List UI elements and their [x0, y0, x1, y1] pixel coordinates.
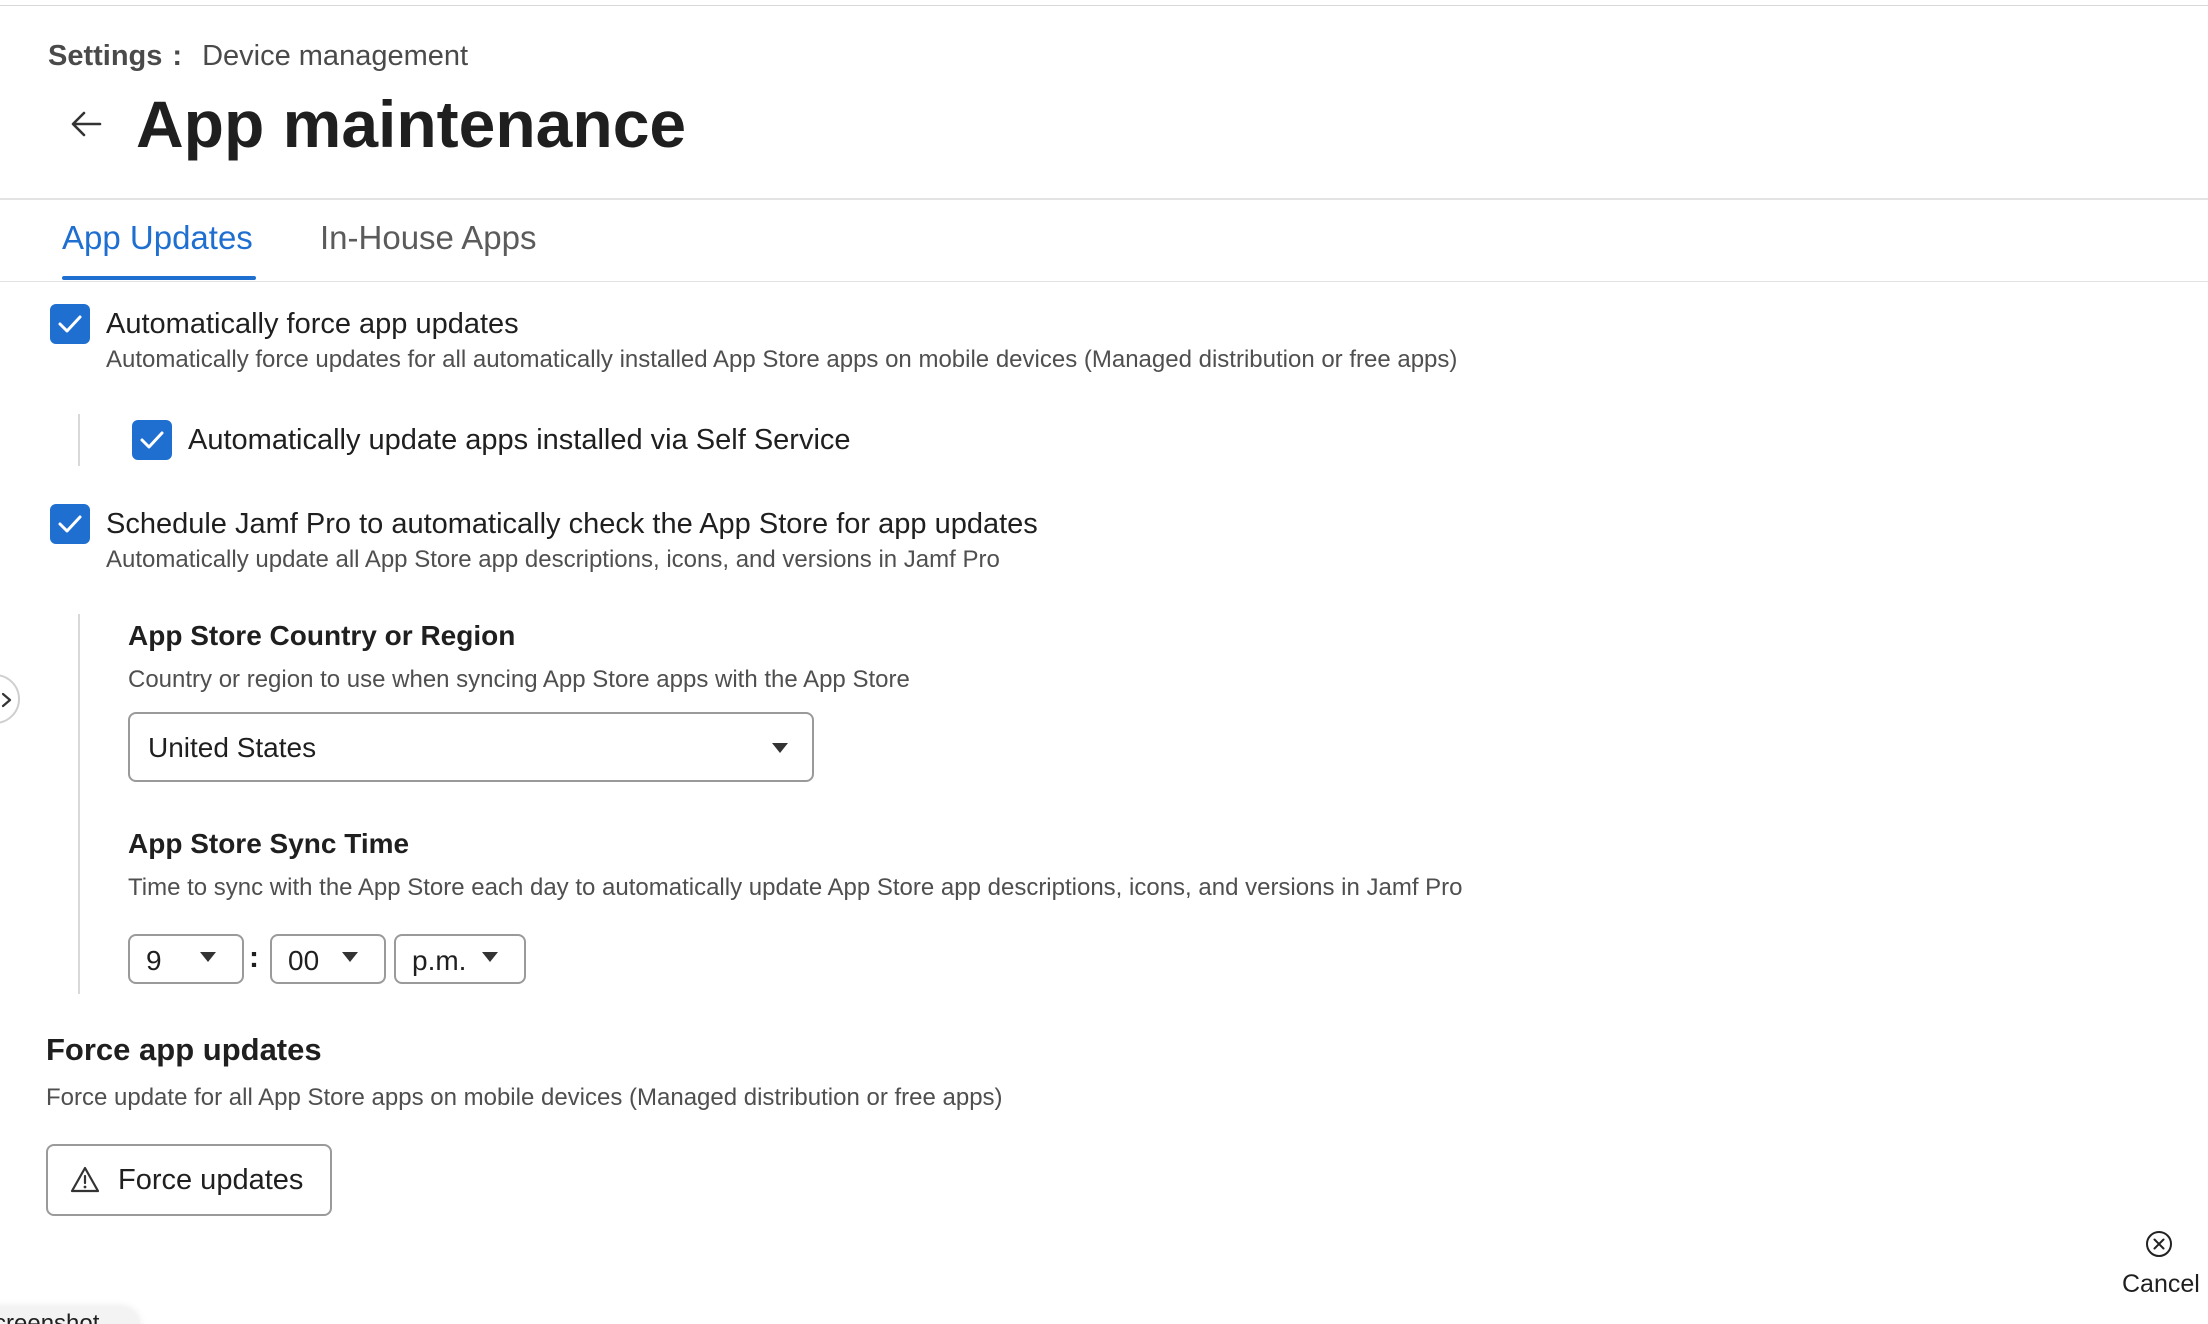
tabs-divider: [0, 281, 2208, 282]
top-border: [0, 5, 2208, 6]
minute-select-value: 00: [288, 945, 320, 976]
checkmark-icon: [140, 431, 164, 449]
auto-force-checkbox[interactable]: [50, 304, 90, 344]
force-updates-button-label: Force updates: [118, 1164, 304, 1196]
caret-down-icon: [342, 952, 358, 962]
schedule-label: Schedule Jamf Pro to automatically check…: [106, 508, 1038, 540]
auto-force-label: Automatically force app updates: [106, 308, 519, 340]
sync-time-description: Time to sync with the App Store each day…: [128, 874, 1463, 901]
sidebar-expand-button[interactable]: [0, 674, 20, 724]
hour-select-value: 9: [146, 945, 162, 976]
time-separator: :: [249, 941, 259, 974]
page-title: App maintenance: [136, 87, 687, 161]
app-maintenance-page: Settings : Device management App mainten…: [0, 0, 2208, 1324]
breadcrumb: Settings : Device management: [48, 38, 468, 74]
chevron-right-icon: [1, 692, 12, 708]
checkmark-icon: [58, 315, 82, 333]
caret-down-icon: [482, 952, 498, 962]
self-service-label: Automatically update apps installed via …: [188, 424, 851, 456]
schedule-checkbox[interactable]: [50, 504, 90, 544]
tab-app-updates[interactable]: App Updates: [62, 216, 253, 260]
country-select[interactable]: United States: [128, 712, 814, 782]
country-select-value: United States: [148, 732, 317, 763]
cancel-button[interactable]: Cancel: [2106, 1226, 2200, 1304]
warning-icon: [70, 1166, 100, 1193]
close-circle-icon: [2146, 1231, 2172, 1257]
sync-time-heading: App Store Sync Time: [128, 828, 410, 859]
minute-select[interactable]: 00: [270, 934, 386, 984]
caret-down-icon: [200, 952, 216, 962]
period-select[interactable]: p.m.: [394, 934, 526, 984]
breadcrumb-settings-link[interactable]: Settings: [48, 38, 162, 74]
auto-force-description: Automatically force updates for all auto…: [106, 346, 1458, 373]
schedule-settings-guide-line: [78, 614, 80, 994]
force-description: Force update for all App Store apps on m…: [46, 1084, 1003, 1111]
force-heading: Force app updates: [46, 1032, 322, 1067]
schedule-description: Automatically update all App Store app d…: [106, 546, 1000, 573]
breadcrumb-separator: :: [172, 40, 183, 72]
screenshot-chip[interactable]: creenshot: [0, 1308, 140, 1324]
screenshot-chip-label: creenshot: [0, 1310, 100, 1324]
cancel-label: Cancel: [2122, 1270, 2200, 1298]
nested-option-guide-line: [78, 414, 80, 466]
hour-select[interactable]: 9: [128, 934, 244, 984]
active-tab-indicator: [62, 276, 256, 280]
tab-bar: App Updates In-House Apps: [0, 200, 2208, 282]
country-description: Country or region to use when syncing Ap…: [128, 666, 910, 693]
arrow-left-icon: [71, 111, 102, 137]
self-service-checkbox[interactable]: [132, 420, 172, 460]
caret-down-icon: [772, 743, 788, 753]
tab-in-house-apps[interactable]: In-House Apps: [320, 216, 536, 260]
checkmark-icon: [58, 515, 82, 533]
period-select-value: p.m.: [412, 945, 467, 976]
force-updates-button[interactable]: Force updates: [46, 1144, 332, 1216]
back-button[interactable]: [62, 100, 110, 148]
breadcrumb-device-management-link[interactable]: Device management: [202, 38, 468, 74]
country-heading: App Store Country or Region: [128, 620, 516, 651]
